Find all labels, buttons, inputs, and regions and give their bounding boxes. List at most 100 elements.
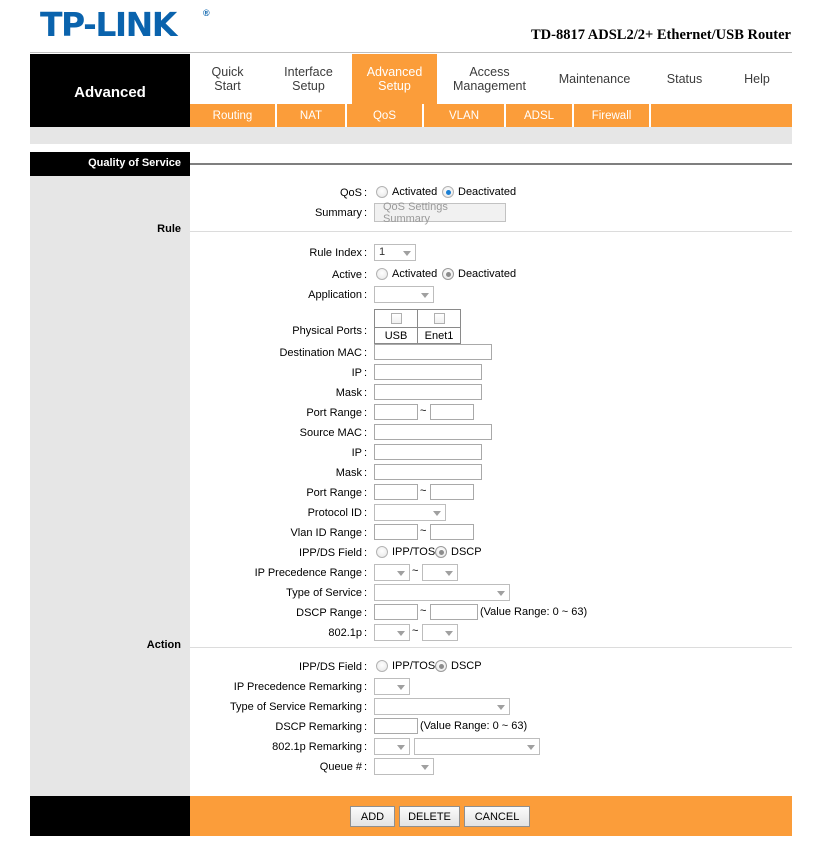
checkbox-icon [390,313,402,325]
vlan-from-input[interactable] [374,524,418,540]
dot1p-remarking-label: 802.1p Remarking [272,741,362,753]
nav-item-advanced-setup[interactable]: Advanced Setup [352,54,437,104]
ip-precedence-remarking-label: IP Precedence Remarking [233,681,362,693]
dot1p-tilde: ~ [412,625,419,637]
vlan-range-tilde: ~ [420,525,427,537]
subnav-item-vlan[interactable]: VLAN [424,104,504,127]
source-ip-colon: : [364,447,368,459]
dscp-from-input[interactable] [374,604,418,620]
dscp-to-input[interactable] [430,604,478,620]
nav-item-status[interactable]: Status [647,54,722,104]
add-button[interactable]: ADD [350,806,395,827]
add-button-label: ADD [360,810,385,823]
radio-circle-icon [376,268,388,280]
source-mac-input[interactable] [374,424,492,440]
nav-label-line2: Setup [292,79,325,93]
source-ip-label: IP [351,447,362,459]
dot1p-to-select[interactable] [422,624,458,641]
active-activated-radio[interactable]: Activated [376,268,437,280]
source-port-from-input[interactable] [374,484,418,500]
subnav-label: ADSL [523,109,555,122]
type-of-service-select[interactable] [374,584,510,601]
subnav-item-nat[interactable]: NAT [277,104,345,127]
qos-deactivated-label: Deactivated [458,186,517,198]
rule-dscp-radio[interactable]: DSCP [435,546,482,558]
qos-settings-summary-button[interactable]: QoS Settings Summary [374,201,506,225]
destination-port-from-input[interactable] [374,404,418,420]
destination-ip-label: IP [351,367,362,379]
destination-mask-input[interactable] [374,384,482,400]
field-row-rule-index: Rule Index : 1 [190,243,792,263]
qos-deactivated-radio[interactable]: Deactivated [442,186,516,198]
source-mask-colon: : [364,467,368,479]
ip-precedence-from-select[interactable] [374,564,410,581]
dscp-remarking-input[interactable] [374,718,418,734]
rule-ipptos-radio[interactable]: IPP/TOS [376,546,435,558]
destination-ip-input[interactable] [374,364,482,380]
section-header-label: Action [146,639,181,651]
nav-item-quick-start[interactable]: Quick Start [190,54,265,104]
delete-button[interactable]: DELETE [399,806,460,827]
active-label: Active [332,269,362,281]
vlan-to-input[interactable] [430,524,474,540]
field-row-queue: Queue # : [190,757,792,777]
nav-label-line1: Interface [284,65,333,79]
qos-label: QoS [339,187,362,199]
source-port-to-input[interactable] [430,484,474,500]
nav-item-maintenance[interactable]: Maintenance [542,54,647,104]
registered-mark-icon: ® [203,8,210,18]
queue-select[interactable] [374,758,434,775]
tos-remarking-select[interactable] [374,698,510,715]
active-deactivated-label: Deactivated [458,268,517,280]
ip-precedence-remarking-select[interactable] [374,678,410,695]
chevron-down-icon [397,571,405,576]
dscp-range-hint: (Value Range: 0 ~ 63) [480,606,588,618]
action-ipptos-radio[interactable]: IPP/TOS [376,660,435,672]
dot1p-remarking-wide-select[interactable] [414,738,540,755]
application-label: Application [308,289,362,301]
nav-label-line1: Quick [211,65,244,79]
physical-ports-colon: : [364,325,368,337]
qos-activated-label: Activated [392,186,438,198]
nav-item-access-management[interactable]: Access Management [437,54,542,104]
cancel-button[interactable]: CANCEL [464,806,530,827]
destination-port-to-input[interactable] [430,404,474,420]
physical-port-usb-checkbox[interactable] [374,309,418,328]
rule-index-select[interactable]: 1 [374,244,416,261]
field-row-destination-mask: Mask : [190,383,792,403]
nav-label-line1: Help [744,72,770,86]
application-select[interactable] [374,286,434,303]
chevron-down-icon [497,705,505,710]
dot1p-remarking-select[interactable] [374,738,410,755]
active-deactivated-radio[interactable]: Deactivated [442,268,516,280]
dscp-range-label: DSCP Range [296,607,362,619]
ip-precedence-to-select[interactable] [422,564,458,581]
protocol-id-select[interactable] [374,504,446,521]
nav-item-interface-setup[interactable]: Interface Setup [265,54,352,104]
logo-text: TP-LINK [40,5,177,44]
destination-mac-input[interactable] [374,344,492,360]
source-ip-input[interactable] [374,444,482,460]
source-mask-input[interactable] [374,464,482,480]
active-colon: : [364,269,368,281]
chevron-down-icon [527,745,535,750]
nav-item-help[interactable]: Help [722,54,792,104]
queue-label: Queue # [319,761,362,773]
qos-colon: : [364,187,368,199]
physical-ports-checkbox-row [374,309,461,328]
field-row-tos-remarking: Type of Service Remarking : [190,697,792,717]
type-of-service-colon: : [364,587,368,599]
dot1p-from-select[interactable] [374,624,410,641]
delete-button-label: DELETE [408,810,451,823]
subnav-item-qos[interactable]: QoS [347,104,422,127]
subnav-item-routing[interactable]: Routing [190,104,275,127]
chevron-down-icon [497,591,505,596]
qos-activated-radio[interactable]: Activated [376,186,437,198]
subnav-item-firewall[interactable]: Firewall [574,104,649,127]
field-row-dot1p: 802.1p : ~ [190,623,792,643]
rule-dscp-label: DSCP [451,546,482,558]
physical-port-enet1-checkbox[interactable] [417,309,461,328]
subnav-item-adsl[interactable]: ADSL [506,104,572,127]
action-dscp-radio[interactable]: DSCP [435,660,482,672]
ip-precedence-tilde: ~ [412,565,419,577]
